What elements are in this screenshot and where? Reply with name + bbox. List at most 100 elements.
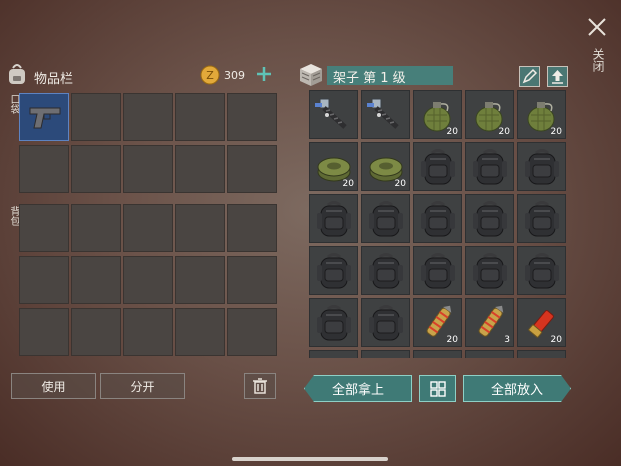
backpack-icon xyxy=(468,145,512,193)
pistol-icon[interactable] xyxy=(24,96,68,140)
svg-text:Z: Z xyxy=(206,69,214,82)
backpack-icon xyxy=(364,249,408,297)
shelf-slot[interactable] xyxy=(517,194,566,243)
backpack-icon xyxy=(416,197,460,245)
inventory-bag-icon xyxy=(6,62,28,86)
split-button[interactable]: 分开 xyxy=(100,373,185,399)
coin-icon: Z xyxy=(200,65,220,85)
drill-icon xyxy=(364,93,408,141)
shelf-slot[interactable] xyxy=(361,246,410,295)
inventory-slot[interactable] xyxy=(19,204,69,252)
trash-button[interactable] xyxy=(244,373,276,399)
backpack-icon xyxy=(364,197,408,245)
shelf-slot[interactable] xyxy=(309,298,358,347)
shelf-slot[interactable] xyxy=(309,90,358,139)
use-button[interactable]: 使用 xyxy=(11,373,96,399)
shelf-slot[interactable]: 20 xyxy=(413,298,462,347)
upgrade-button[interactable] xyxy=(547,66,568,87)
inventory-slot[interactable] xyxy=(71,93,121,141)
item-count: 20 xyxy=(394,179,406,189)
inventory-slot[interactable] xyxy=(123,204,173,252)
backpack-icon xyxy=(416,145,460,193)
backpack-icon xyxy=(520,145,564,193)
trash-icon xyxy=(253,378,267,394)
inventory-slot[interactable] xyxy=(123,308,173,356)
item-count: 20 xyxy=(550,127,562,137)
inventory-slot[interactable] xyxy=(71,256,121,304)
item-count: 20 xyxy=(446,335,458,345)
inventory-slot[interactable] xyxy=(71,145,121,193)
shelf-slot[interactable]: 20 xyxy=(517,90,566,139)
upload-icon xyxy=(552,70,563,84)
rename-button[interactable] xyxy=(519,66,540,87)
close-label: 关闭 xyxy=(591,48,605,72)
inventory-slot[interactable] xyxy=(227,308,277,356)
shelf-slot[interactable] xyxy=(413,142,462,191)
shelf-slot[interactable] xyxy=(361,194,410,243)
shelf-slot[interactable] xyxy=(361,298,410,347)
backpack-icon xyxy=(364,301,408,349)
backpack-icon xyxy=(312,249,356,297)
inventory-slot[interactable] xyxy=(227,256,277,304)
inventory-slot[interactable] xyxy=(123,93,173,141)
inventory-slot[interactable] xyxy=(123,145,173,193)
inventory-slot[interactable] xyxy=(175,93,225,141)
shelf-slot[interactable] xyxy=(465,142,514,191)
shelf-slot[interactable] xyxy=(309,194,358,243)
inventory-slot[interactable] xyxy=(71,204,121,252)
add-coins-button[interactable] xyxy=(256,66,272,82)
shelf-icon xyxy=(298,62,324,88)
sort-button[interactable] xyxy=(419,375,456,402)
shelf-slot[interactable]: 3 xyxy=(465,298,514,347)
inventory-slot[interactable] xyxy=(123,256,173,304)
shelf-slot[interactable]: 20 xyxy=(465,90,514,139)
shelf-slot[interactable]: 20 xyxy=(309,142,358,191)
close-button[interactable] xyxy=(586,16,608,38)
backpack-icon xyxy=(312,197,356,245)
inventory-slot[interactable] xyxy=(175,204,225,252)
inventory-slot[interactable] xyxy=(227,93,277,141)
shelf-slot[interactable] xyxy=(309,246,358,295)
shelf-slot[interactable] xyxy=(413,246,462,295)
inventory-slot[interactable] xyxy=(19,145,69,193)
item-count: 3 xyxy=(504,335,510,345)
item-count: 20 xyxy=(550,335,562,345)
shelf-slot[interactable] xyxy=(361,90,410,139)
take-all-button[interactable]: 全部拿上 xyxy=(304,375,412,402)
shelf-slot[interactable] xyxy=(465,194,514,243)
shelf-slot[interactable] xyxy=(465,246,514,295)
inventory-slot[interactable] xyxy=(175,308,225,356)
inventory-slot[interactable] xyxy=(175,256,225,304)
shelf-slot[interactable] xyxy=(517,246,566,295)
inventory-slot[interactable] xyxy=(19,308,69,356)
item-count: 20 xyxy=(446,127,458,137)
inventory-slot[interactable] xyxy=(71,308,121,356)
shelf-slot[interactable] xyxy=(309,350,358,358)
put-all-button[interactable]: 全部放入 xyxy=(463,375,571,402)
backpack-icon xyxy=(468,249,512,297)
item-count: 20 xyxy=(342,179,354,189)
backpack-icon xyxy=(416,249,460,297)
inventory-slot[interactable] xyxy=(227,145,277,193)
plus-icon xyxy=(257,67,271,81)
backpack-icon xyxy=(520,249,564,297)
inventory-slot[interactable] xyxy=(227,204,277,252)
backpack-icon xyxy=(520,197,564,245)
shelf-slot[interactable] xyxy=(361,350,410,358)
shelf-slot[interactable] xyxy=(517,142,566,191)
edit-icon xyxy=(522,68,538,84)
grid-sort-icon xyxy=(429,380,446,397)
shelf-slot[interactable]: 20 xyxy=(517,298,566,347)
close-icon xyxy=(588,18,606,36)
shelf-slot[interactable] xyxy=(413,194,462,243)
home-indicator xyxy=(232,457,388,461)
inventory-slot[interactable] xyxy=(175,145,225,193)
shelf-slot[interactable] xyxy=(465,350,514,358)
shelf-grid: 20 20 20 20 20 20 3 20 xyxy=(309,90,568,358)
shelf-slot[interactable] xyxy=(517,350,566,358)
shelf-slot[interactable] xyxy=(413,350,462,358)
shelf-slot[interactable]: 20 xyxy=(413,90,462,139)
shelf-slot[interactable]: 20 xyxy=(361,142,410,191)
inventory-slot[interactable] xyxy=(19,256,69,304)
backpack-icon xyxy=(468,197,512,245)
